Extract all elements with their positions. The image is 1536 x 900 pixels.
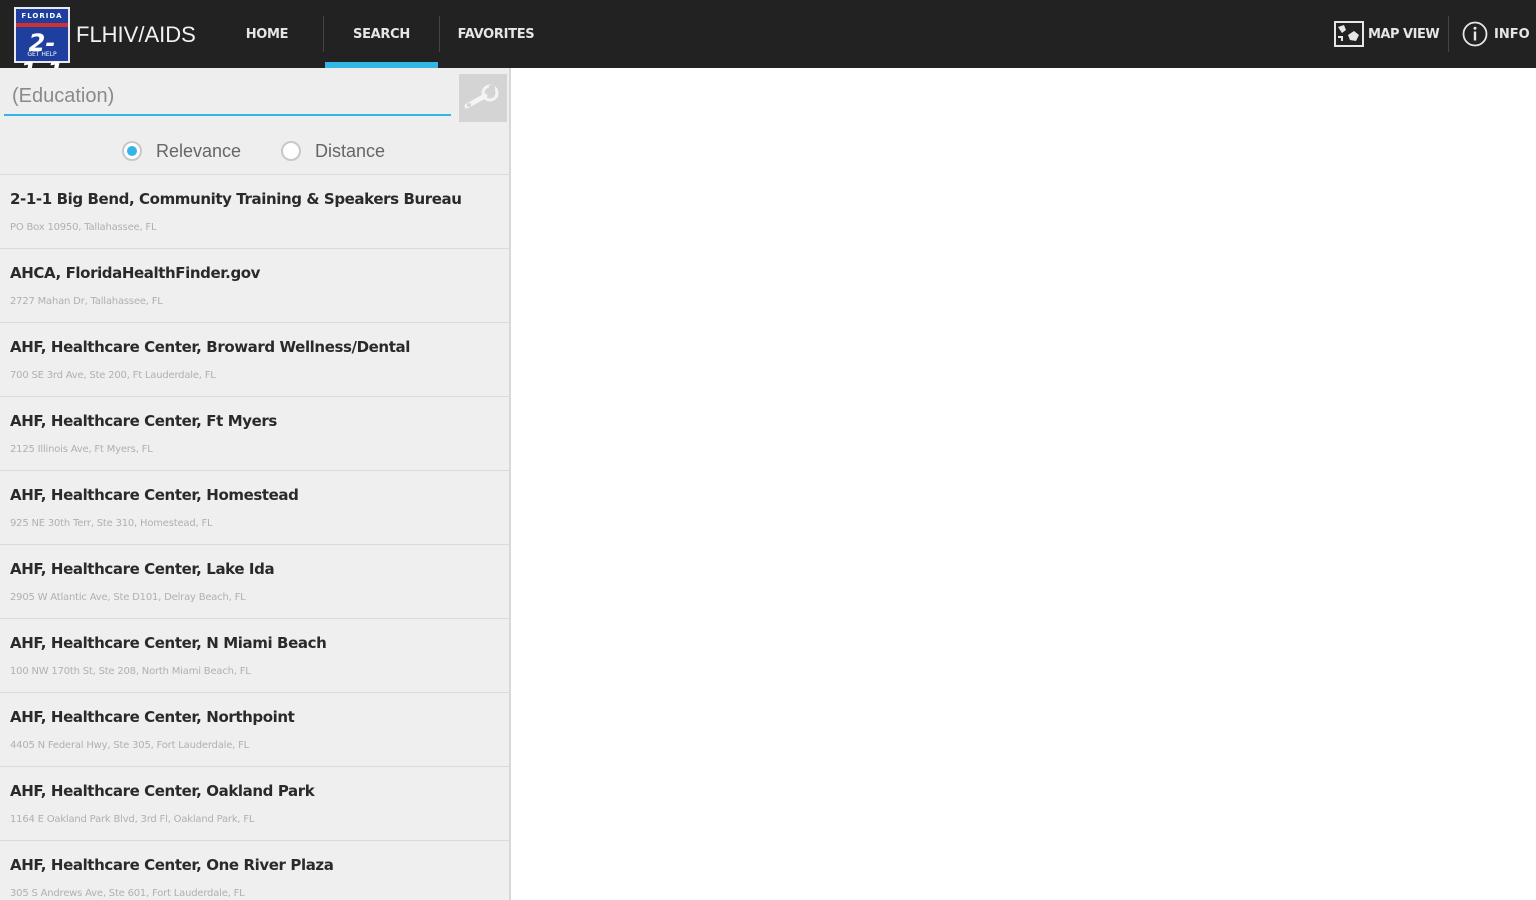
list-item[interactable]: AHF, Healthcare Center, Oakland Park 116… (0, 766, 509, 840)
sort-relevance-option[interactable]: Relevance (122, 134, 241, 168)
search-panel: Relevance Distance 2-1-1 Big Bend, Commu… (0, 68, 511, 900)
sort-radio-group: Relevance Distance (0, 134, 509, 168)
result-name: AHF, Healthcare Center, N Miami Beach (10, 634, 327, 652)
result-name: AHF, Healthcare Center, Ft Myers (10, 412, 277, 430)
list-item[interactable]: AHF, Healthcare Center, Northpoint 4405 … (0, 692, 509, 766)
result-address: 305 S Andrews Ave, Ste 601, Fort Lauderd… (10, 888, 245, 899)
tab-home[interactable]: HOME (226, 0, 308, 68)
map-icon (1334, 21, 1364, 47)
info-label: INFO (1494, 26, 1530, 42)
result-address: 1164 E Oakland Park Blvd, 3rd Fl, Oaklan… (10, 814, 255, 825)
radio-checked-icon (122, 141, 142, 161)
tab-favorites-label: FAVORITES (457, 26, 535, 42)
list-item[interactable]: AHF, Healthcare Center, Ft Myers 2125 Il… (0, 396, 509, 470)
result-name: 2-1-1 Big Bend, Community Training & Spe… (10, 190, 462, 208)
search-controls: Relevance Distance (0, 68, 509, 174)
app-title: FLHIV/AIDS (76, 22, 196, 47)
tab-search[interactable]: SEARCH (325, 0, 438, 68)
logo-bottom-text: GET HELP (27, 51, 57, 58)
result-address: 700 SE 3rd Ave, Ste 200, Ft Lauderdale, … (10, 370, 216, 381)
results-list: 2-1-1 Big Bend, Community Training & Spe… (0, 174, 509, 900)
result-name: AHF, Healthcare Center, One River Plaza (10, 856, 334, 874)
tab-search-label: SEARCH (353, 26, 410, 42)
result-name: AHCA, FloridaHealthFinder.gov (10, 264, 261, 282)
list-item[interactable]: AHF, Healthcare Center, Broward Wellness… (0, 322, 509, 396)
detail-pane (513, 68, 1536, 900)
result-name: AHF, Healthcare Center, Northpoint (10, 708, 295, 726)
action-bar: FLORIDA 2-1-1 GET HELP FLHIV/AIDS HOME S… (0, 0, 1536, 85)
sort-distance-label: Distance (315, 140, 386, 161)
sort-distance-option[interactable]: Distance (281, 134, 385, 168)
logo-red-band (16, 23, 68, 27)
result-name: AHF, Healthcare Center, Broward Wellness… (10, 338, 410, 356)
sort-relevance-label: Relevance (156, 140, 242, 161)
list-item[interactable]: AHCA, FloridaHealthFinder.gov 2727 Mahan… (0, 248, 509, 322)
result-address: 2125 Illinois Ave, Ft Myers, FL (10, 444, 153, 455)
search-input[interactable] (4, 78, 451, 116)
radio-unchecked-icon (281, 141, 301, 161)
action-divider (1448, 16, 1449, 52)
logo-top-text: FLORIDA (21, 12, 63, 20)
result-address: PO Box 10950, Tallahassee, FL (10, 222, 157, 233)
list-item[interactable]: AHF, Healthcare Center, Homestead 925 NE… (0, 470, 509, 544)
tab-favorites[interactable]: FAVORITES (440, 0, 552, 68)
info-icon (1462, 21, 1488, 47)
result-address: 2905 W Atlantic Ave, Ste D101, Delray Be… (10, 592, 246, 603)
list-item[interactable]: 2-1-1 Big Bend, Community Training & Spe… (0, 174, 509, 248)
result-name: AHF, Healthcare Center, Oakland Park (10, 782, 315, 800)
wrench-icon (464, 84, 499, 109)
result-name: AHF, Healthcare Center, Lake Ida (10, 560, 275, 578)
map-view-label: MAP VIEW (1368, 26, 1440, 42)
result-address: 100 NW 170th St, Ste 208, North Miami Be… (10, 666, 251, 677)
result-address: 4405 N Federal Hwy, Ste 305, Fort Lauder… (10, 740, 250, 751)
search-options-button[interactable] (459, 74, 507, 122)
list-item[interactable]: AHF, Healthcare Center, One River Plaza … (0, 840, 509, 900)
list-item[interactable]: AHF, Healthcare Center, N Miami Beach 10… (0, 618, 509, 692)
tab-home-label: HOME (245, 26, 289, 42)
result-address: 2727 Mahan Dr, Tallahassee, FL (10, 296, 163, 307)
info-button[interactable]: INFO (1462, 18, 1530, 50)
app-logo[interactable]: FLORIDA 2-1-1 GET HELP (14, 7, 70, 85)
tab-divider (323, 16, 324, 52)
result-name: AHF, Healthcare Center, Homestead (10, 486, 299, 504)
result-address: 925 NE 30th Terr, Ste 310, Homestead, FL (10, 518, 213, 529)
map-view-button[interactable]: MAP VIEW (1334, 18, 1440, 50)
list-item[interactable]: AHF, Healthcare Center, Lake Ida 2905 W … (0, 544, 509, 618)
